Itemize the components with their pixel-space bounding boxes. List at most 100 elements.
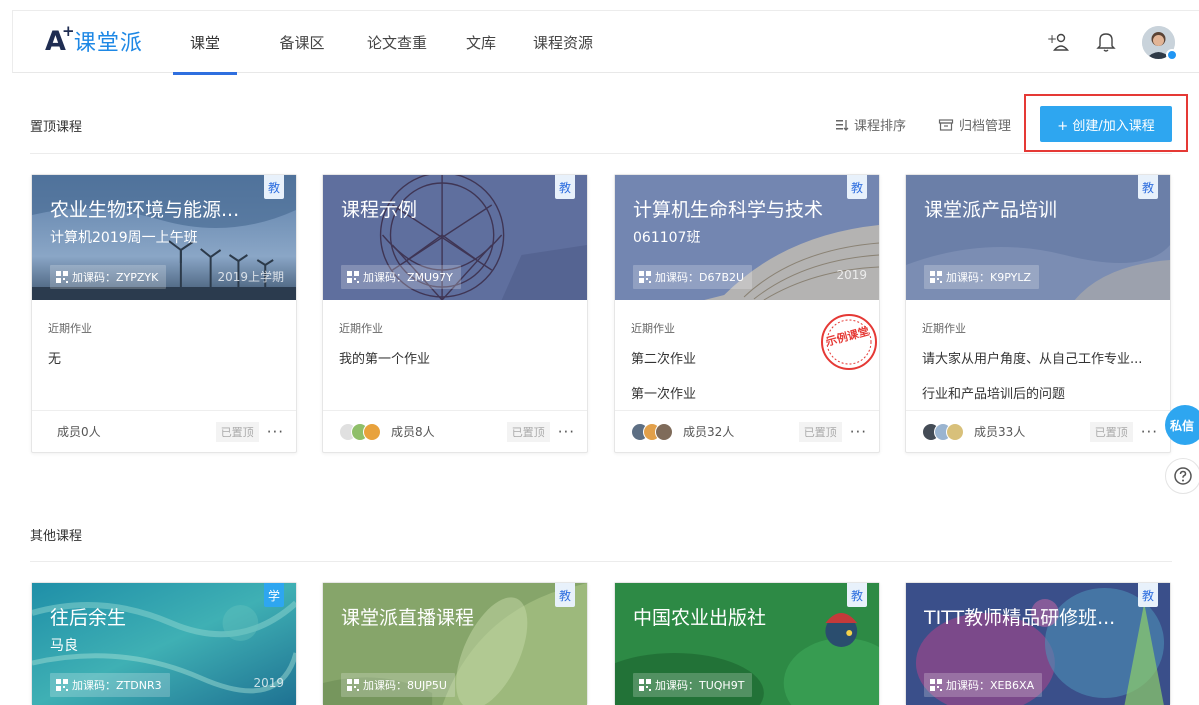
- member-count[interactable]: 成员8人: [391, 423, 435, 440]
- logo-mark: A +: [45, 21, 75, 57]
- member-avatars: [339, 422, 381, 441]
- course-code-text: 加课码：8UJP5U: [363, 679, 447, 692]
- qr-code-icon: [347, 271, 359, 283]
- course-sort-button[interactable]: 课程排序: [835, 115, 906, 134]
- pinned-section-divider: [30, 153, 1172, 154]
- nav-item-plagiarism-check[interactable]: 论文查重: [365, 11, 429, 74]
- course-code-text: 加课码：ZTDNR3: [72, 679, 162, 692]
- course-code[interactable]: 加课码：D67B2U: [633, 265, 753, 289]
- main-nav: 课堂 备课区 论文查重 文库 课程资源: [173, 11, 595, 75]
- course-banner[interactable]: 教 课堂派直播课程 加课码：8UJP5U: [323, 583, 587, 705]
- qr-code-icon: [930, 271, 942, 283]
- recent-homework-section: 近期作业 请大家从用户角度、从自己工作专业... 行业和产品培训后的问题: [906, 300, 1170, 410]
- logo-text: 课堂派: [73, 31, 143, 56]
- course-code-text: 加课码：D67B2U: [655, 271, 745, 284]
- teacher-badge: 教: [555, 583, 575, 607]
- homework-item[interactable]: 第一次作业: [631, 383, 863, 402]
- top-navigation-bar: A + 课堂派 课堂 备课区 论文查重 文库 课程资源 +: [12, 10, 1199, 75]
- course-card-footer: 成员33人 已置顶 ···: [906, 410, 1170, 452]
- more-options-icon[interactable]: ···: [558, 423, 575, 441]
- private-message-button[interactable]: 私信: [1165, 405, 1199, 445]
- question-circle-icon: [1174, 467, 1192, 485]
- more-options-icon[interactable]: ···: [850, 423, 867, 441]
- recent-homework-label: 近期作业: [339, 322, 383, 335]
- teacher-badge: 教: [847, 175, 867, 199]
- course-title[interactable]: TITT教师精品研修班...: [924, 603, 1115, 630]
- course-card[interactable]: 教 计算机生命科学与技术 061107班 加课码：D67B2U 2019 近期作…: [614, 174, 880, 453]
- course-title[interactable]: 课程示例: [341, 195, 417, 222]
- course-code[interactable]: 加课码：K9PYLZ: [924, 265, 1039, 289]
- svg-text:+: +: [1047, 32, 1057, 46]
- course-code-text: 加课码：XEB6XA: [946, 679, 1035, 692]
- member-count[interactable]: 成员33人: [974, 423, 1025, 440]
- course-banner[interactable]: 教 课程示例 加课码：ZMU97Y: [323, 175, 587, 300]
- private-message-label: 私信: [1170, 418, 1195, 433]
- course-card[interactable]: 教 中国农业出版社 加课码：TUQH9T: [614, 582, 880, 705]
- course-card[interactable]: 教 农业生物环境与能源... 计算机2019周一上午班 加课码：ZYPZYK 2…: [31, 174, 297, 453]
- course-class-name: 计算机2019周一上午班: [50, 230, 198, 246]
- course-code[interactable]: 加课码：TUQH9T: [633, 673, 753, 697]
- course-card[interactable]: 教 课堂派产品培训 加课码：K9PYLZ 近期作业 请大家从用户角度、从自己工作…: [905, 174, 1171, 453]
- course-banner[interactable]: 学 往后余生 马良 加课码：ZTDNR3 2019: [32, 583, 296, 705]
- nav-item-lesson-prep[interactable]: 备课区: [273, 11, 331, 74]
- more-options-icon[interactable]: ···: [1141, 423, 1158, 441]
- help-button[interactable]: [1165, 458, 1199, 494]
- qr-code-icon: [347, 679, 359, 691]
- homework-item[interactable]: 我的第一个作业: [339, 348, 571, 367]
- qr-code-icon: [930, 679, 942, 691]
- course-title[interactable]: 农业生物环境与能源...: [50, 195, 239, 222]
- recent-homework-section: 近期作业 我的第一个作业: [323, 300, 587, 410]
- nav-item-course-resources[interactable]: 课程资源: [531, 11, 595, 74]
- course-term: 2019: [253, 676, 284, 690]
- pinned-section-title: 置顶课程: [30, 120, 83, 135]
- archive-icon: [938, 118, 954, 131]
- recent-homework-section: 近期作业 第二次作业 第一次作业 示例课堂: [615, 300, 879, 410]
- course-banner[interactable]: 教 课堂派产品培训 加课码：K9PYLZ: [906, 175, 1170, 300]
- qr-code-icon: [56, 679, 68, 691]
- logo[interactable]: A + 课堂派: [45, 21, 143, 57]
- homework-item[interactable]: 无: [48, 348, 280, 367]
- member-avatars: [922, 422, 964, 441]
- member-avatar: [946, 422, 964, 441]
- nav-item-library[interactable]: 文库: [465, 11, 497, 74]
- course-title[interactable]: 课堂派直播课程: [341, 603, 474, 630]
- course-card[interactable]: 教 课堂派直播课程 加课码：8UJP5U: [322, 582, 588, 705]
- teacher-badge: 教: [555, 175, 575, 199]
- course-card[interactable]: 教 课程示例 加课码：ZMU97Y 近期作业 我的第一个作业 成员8人 已置顶 …: [322, 174, 588, 453]
- course-title[interactable]: 计算机生命科学与技术: [633, 195, 823, 222]
- course-banner[interactable]: 教 TITT教师精品研修班... 加课码：XEB6XA: [906, 583, 1170, 705]
- course-banner[interactable]: 教 农业生物环境与能源... 计算机2019周一上午班 加课码：ZYPZYK 2…: [32, 175, 296, 300]
- course-banner[interactable]: 教 中国农业出版社 加课码：TUQH9T: [615, 583, 879, 705]
- course-card[interactable]: 学 往后余生 马良 加课码：ZTDNR3 2019: [31, 582, 297, 705]
- course-code[interactable]: 加课码：ZMU97Y: [341, 265, 461, 289]
- other-section-title: 其他课程: [30, 529, 83, 544]
- add-contact-icon[interactable]: +: [1045, 29, 1071, 55]
- course-code[interactable]: 加课码：XEB6XA: [924, 673, 1043, 697]
- course-card-footer: 成员32人 已置顶 ···: [615, 410, 879, 452]
- nav-item-classroom[interactable]: 课堂: [173, 11, 237, 75]
- course-title[interactable]: 课堂派产品培训: [924, 195, 1057, 222]
- bell-icon[interactable]: [1093, 29, 1119, 55]
- teacher-badge: 教: [264, 175, 284, 199]
- course-code[interactable]: 加课码：8UJP5U: [341, 673, 455, 697]
- more-options-icon[interactable]: ···: [267, 423, 284, 441]
- qr-code-icon: [56, 271, 68, 283]
- member-count[interactable]: 成员0人: [57, 423, 101, 440]
- course-title[interactable]: 中国农业出版社: [633, 603, 766, 630]
- member-count[interactable]: 成员32人: [683, 423, 734, 440]
- create-join-course-button[interactable]: + 创建/加入课程: [1040, 106, 1172, 142]
- course-card[interactable]: 教 TITT教师精品研修班... 加课码：XEB6XA: [905, 582, 1171, 705]
- course-code[interactable]: 加课码：ZYPZYK: [50, 265, 167, 289]
- course-code-text: 加课码：ZYPZYK: [72, 271, 159, 284]
- course-term: 2019: [836, 268, 867, 282]
- course-code[interactable]: 加课码：ZTDNR3: [50, 673, 170, 697]
- archive-manage-button[interactable]: 归档管理: [938, 115, 1011, 134]
- other-section-divider: [30, 561, 1172, 562]
- qr-code-icon: [639, 679, 651, 691]
- course-title[interactable]: 往后余生: [50, 603, 126, 630]
- course-banner[interactable]: 教 计算机生命科学与技术 061107班 加课码：D67B2U 2019: [615, 175, 879, 300]
- course-class-name: 061107班: [633, 230, 701, 246]
- course-card-footer: 成员0人 已置顶 ···: [32, 410, 296, 452]
- homework-item[interactable]: 行业和产品培训后的问题: [922, 383, 1154, 402]
- homework-item[interactable]: 请大家从用户角度、从自己工作专业...: [922, 348, 1154, 367]
